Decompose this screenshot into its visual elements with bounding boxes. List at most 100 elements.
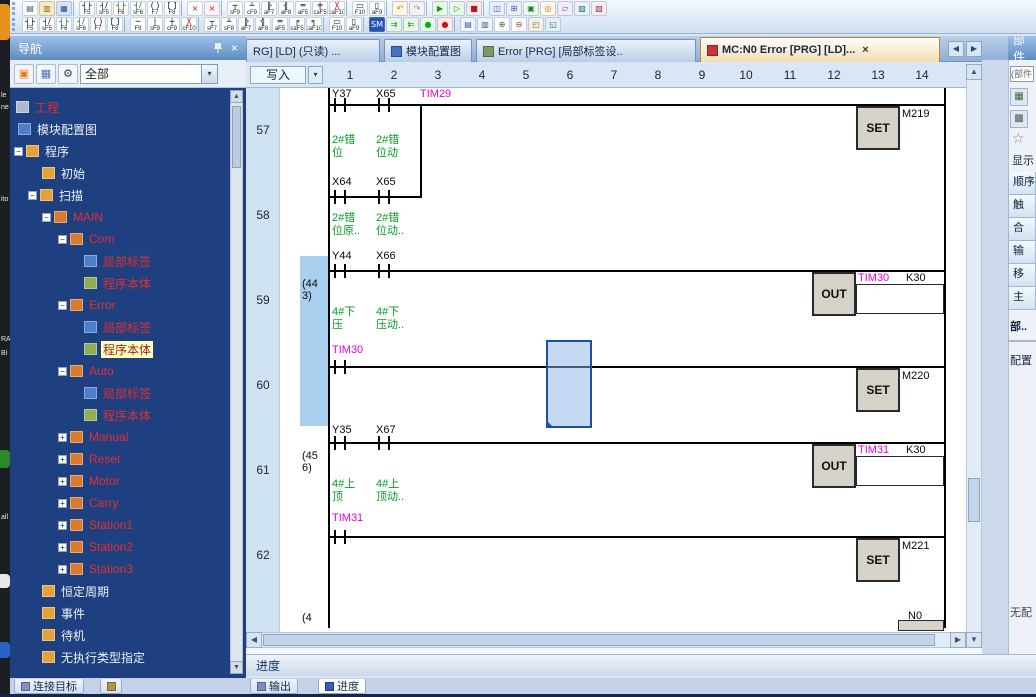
toolbar-icon[interactable]: ╣aF8: [255, 17, 271, 32]
contact-tim31[interactable]: [334, 530, 346, 544]
toolbar-icon[interactable]: ┬sF7: [204, 17, 220, 32]
toolbar-icon[interactable]: ⊕: [494, 17, 510, 32]
out-coil-tim30[interactable]: OUT: [812, 272, 856, 316]
tree-expand-toggle[interactable]: −: [28, 191, 37, 200]
tab-error-ladder-active[interactable]: MC:N0 Error [PRG] [LD]... ×: [700, 37, 940, 62]
element-category-row[interactable]: 主: [1008, 287, 1036, 310]
nav-tree-item[interactable]: 待机: [10, 624, 228, 646]
toolbar-icon[interactable]: ┤/sF5: [39, 17, 55, 32]
nav-tree-item[interactable]: 无执行类型指定: [10, 646, 228, 668]
toolbar-icon[interactable]: [ ]F8: [164, 1, 180, 16]
desktop-icon-blue[interactable]: [0, 642, 10, 658]
toolbar-icon[interactable]: ■: [466, 1, 482, 16]
nav-tree-item[interactable]: 事件: [10, 602, 228, 624]
nav-tree-item[interactable]: 模块配置图: [10, 118, 228, 140]
scroll-down-button[interactable]: ▼: [966, 632, 982, 648]
tree-expand-toggle[interactable]: +: [58, 565, 67, 574]
nav-tree-item[interactable]: + Reset: [10, 448, 228, 470]
contact-tim30[interactable]: [334, 360, 346, 374]
nav-tree-item[interactable]: 局部标签: [10, 316, 228, 338]
out-operand-frame-tim31[interactable]: [856, 456, 944, 486]
contact-y35[interactable]: [334, 436, 346, 450]
nav-scrollbar-track[interactable]: [230, 90, 243, 674]
toolbar-icon[interactable]: ┤├F5: [22, 17, 38, 32]
nav-tree-item[interactable]: − MAIN: [10, 206, 228, 228]
tree-expand-toggle[interactable]: +: [58, 477, 67, 486]
toolbar-icon[interactable]: ─F9: [130, 17, 146, 32]
tree-expand-toggle[interactable]: −: [58, 301, 67, 310]
nav-sort-icon[interactable]: ▦: [36, 64, 56, 84]
toolbar-icon[interactable]: │sF9: [147, 17, 163, 32]
element-category-row[interactable]: 触: [1008, 195, 1036, 218]
toolbar-icon[interactable]: ▤: [22, 1, 38, 16]
bottom-tab-output[interactable]: 输出: [250, 679, 298, 694]
out-operand-frame-tim30[interactable]: [856, 284, 944, 314]
nav-tree-item[interactable]: + Station3: [10, 558, 228, 580]
toolbar-icon[interactable]: ◰: [528, 17, 544, 32]
nav-tree-item[interactable]: + Station2: [10, 536, 228, 558]
element-category-row[interactable]: 输: [1008, 241, 1036, 264]
nav-filter-select[interactable]: 全部 ▾: [80, 64, 218, 84]
toolbar-icon[interactable]: ▥: [39, 1, 55, 16]
tab-close-icon[interactable]: ×: [862, 44, 868, 56]
toolbar-icon[interactable]: ( )F7: [90, 17, 106, 32]
element-panel-tool-icon[interactable]: ▩: [1010, 110, 1028, 128]
toolbar-icon[interactable]: ▦: [56, 1, 72, 16]
scroll-right-button[interactable]: ▶: [950, 632, 966, 648]
desktop-icon-orange[interactable]: [0, 4, 10, 40]
write-mode-indicator[interactable]: 写入: [250, 66, 306, 84]
toolbar-icon[interactable]: [ ]F8: [107, 17, 123, 32]
toolbar-icon[interactable]: ┼cF9: [164, 17, 180, 32]
toolbar-icon[interactable]: ▥: [477, 17, 493, 32]
edit-cursor[interactable]: [546, 340, 592, 428]
toolbar-icon[interactable]: ⊖: [511, 17, 527, 32]
toolbar-icon[interactable]: ╒caF5: [289, 17, 305, 32]
toolbar-icon[interactable]: ↶: [392, 1, 408, 16]
tree-expand-toggle[interactable]: +: [58, 433, 67, 442]
toolbar-icon[interactable]: ▭F10: [352, 1, 368, 16]
toolbar-icon[interactable]: ▶: [432, 1, 448, 16]
nav-scrollbar-thumb[interactable]: [232, 106, 241, 168]
contact-x65[interactable]: [378, 98, 390, 112]
horizontal-scrollbar-thumb[interactable]: [263, 634, 935, 646]
toolbar-icon[interactable]: ×: [187, 1, 203, 16]
nav-tree-item[interactable]: + Manual: [10, 426, 228, 448]
set-coil-m219[interactable]: SET: [856, 106, 900, 150]
tab-scroll-right-button[interactable]: ▶: [966, 41, 982, 57]
toolbar-icon[interactable]: ⇉: [386, 17, 402, 32]
nav-tree-item[interactable]: 初始: [10, 162, 228, 184]
nav-tree-item[interactable]: 局部标签: [10, 250, 228, 272]
toolbar-icon[interactable]: ◱: [545, 17, 561, 32]
bottom-tab-progress[interactable]: 进度: [318, 679, 366, 694]
toolbar-icon[interactable]: ( )F7: [147, 1, 163, 16]
desktop-icon-white[interactable]: [0, 574, 10, 588]
contact-x65-branch[interactable]: [378, 190, 390, 204]
contact-x67[interactable]: [378, 436, 390, 450]
nav-tree-item[interactable]: − 扫描: [10, 184, 228, 206]
toolbar-icon[interactable]: ┤├F5: [79, 1, 95, 16]
scroll-left-button[interactable]: ◀: [246, 632, 262, 648]
tree-expand-toggle[interactable]: −: [42, 213, 51, 222]
toolbar-icon[interactable]: ╠aF7: [238, 17, 254, 32]
vertical-scrollbar-thumb[interactable]: [968, 478, 980, 522]
bottom-tab-connection[interactable]: 连接目标: [14, 679, 84, 694]
tree-expand-toggle[interactable]: +: [58, 521, 67, 530]
toolbar-icon[interactable]: ↷: [409, 1, 425, 16]
nav-tree-item[interactable]: 程序本体: [10, 338, 228, 360]
toolbar-icon[interactable]: ⊞: [506, 1, 522, 16]
element-category-row[interactable]: 移: [1008, 264, 1036, 287]
tab-error-local-label[interactable]: Error [PRG] [局部标签设..: [476, 39, 696, 62]
toolbar-icon[interactable]: ◎: [540, 1, 556, 16]
panel-splitter[interactable]: [982, 60, 1008, 654]
toolbar-icon[interactable]: ◫: [489, 1, 505, 16]
set-coil-m221[interactable]: SET: [856, 538, 900, 582]
chevron-down-icon[interactable]: ▾: [201, 65, 217, 83]
scroll-up-button[interactable]: ▲: [966, 64, 982, 80]
toolbar-icon[interactable]: ╳cF10: [181, 17, 197, 32]
element-category-row[interactable]: 合: [1008, 218, 1036, 241]
nav-tree-item[interactable]: − Auto: [10, 360, 228, 382]
tab-scroll-left-button[interactable]: ◀: [948, 41, 964, 57]
desktop-icon-green[interactable]: [0, 450, 10, 468]
toolbar-icon[interactable]: ▯aF9: [369, 1, 385, 16]
toolbar-icon[interactable]: ╢aF8: [278, 1, 294, 16]
